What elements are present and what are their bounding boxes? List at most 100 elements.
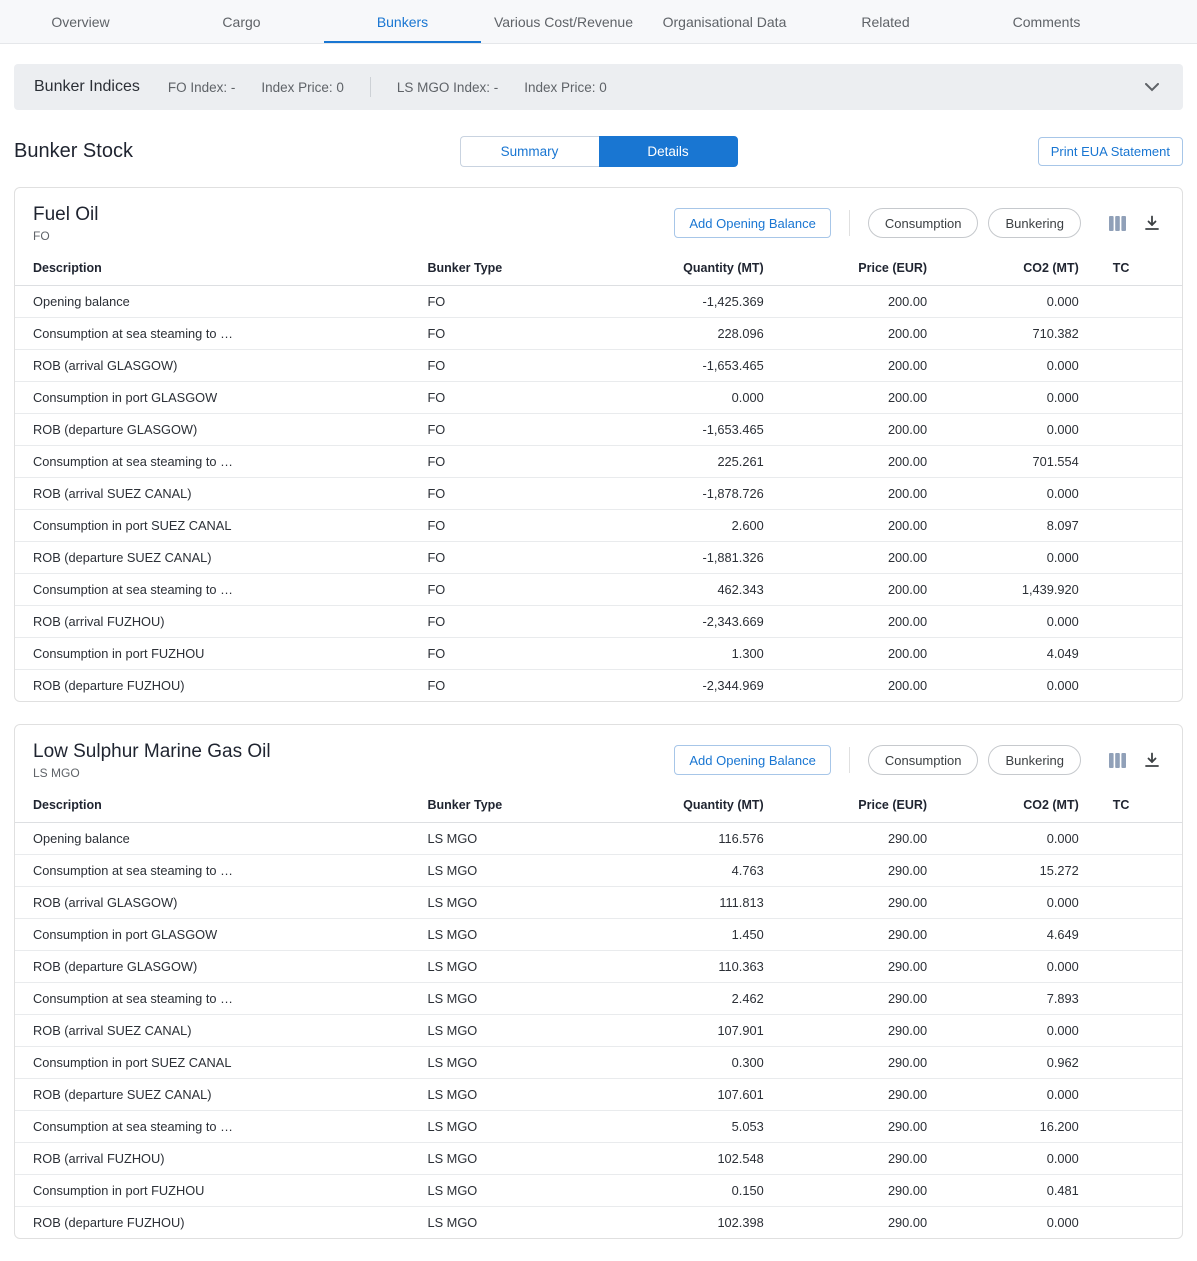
cell-bunker-type: LS MGO: [423, 1111, 668, 1143]
cell-bunker-type: LS MGO: [423, 951, 668, 983]
tab-organisational-data[interactable]: Organisational Data: [644, 0, 805, 43]
table-row[interactable]: ROB (arrival FUZHOU)LS MGO102.548290.000…: [15, 1143, 1182, 1175]
table-row[interactable]: ROB (arrival GLASGOW)LS MGO111.813290.00…: [15, 887, 1182, 919]
column-header-co2: CO2 (MT): [931, 788, 1083, 823]
cell-price: 290.00: [768, 887, 931, 919]
tab-related[interactable]: Related: [805, 0, 966, 43]
cell-price: 200.00: [768, 606, 931, 638]
cell-quantity: 111.813: [669, 887, 768, 919]
summary-tab[interactable]: Summary: [460, 136, 599, 167]
table-row[interactable]: ROB (departure GLASGOW)LS MGO110.363290.…: [15, 951, 1182, 983]
download-icon[interactable]: [1140, 211, 1164, 235]
cell-bunker-type: FO: [423, 670, 668, 702]
table-row[interactable]: ROB (departure GLASGOW)FO-1,653.465200.0…: [15, 414, 1182, 446]
download-icon[interactable]: [1140, 748, 1164, 772]
cell-co2: 7.893: [931, 983, 1083, 1015]
cell-quantity: 107.601: [669, 1079, 768, 1111]
cell-quantity: 102.398: [669, 1207, 768, 1239]
table-header-row: Description Bunker Type Quantity (MT) Pr…: [15, 251, 1182, 286]
table-row[interactable]: ROB (departure FUZHOU)LS MGO102.398290.0…: [15, 1207, 1182, 1239]
table-row[interactable]: ROB (departure FUZHOU)FO-2,344.969200.00…: [15, 670, 1182, 702]
table-row[interactable]: Opening balanceFO-1,425.369200.000.000: [15, 286, 1182, 318]
cell-quantity: -1,653.465: [669, 414, 768, 446]
cell-description: Consumption in port GLASGOW: [15, 382, 423, 414]
add-opening-balance-button[interactable]: Add Opening Balance: [674, 745, 830, 775]
cell-co2: 0.000: [931, 350, 1083, 382]
cell-tc: [1083, 1175, 1182, 1207]
cell-bunker-type: LS MGO: [423, 1207, 668, 1239]
columns-icon[interactable]: [1105, 212, 1130, 235]
cell-bunker-type: LS MGO: [423, 1175, 668, 1207]
cell-quantity: 228.096: [669, 318, 768, 350]
page-header: Bunker Stock Summary Details Print EUA S…: [14, 136, 1183, 167]
cell-co2: 701.554: [931, 446, 1083, 478]
table-row[interactable]: Consumption in port GLASGOWFO0.000200.00…: [15, 382, 1182, 414]
table-row[interactable]: Consumption at sea steaming to …FO462.34…: [15, 574, 1182, 606]
table-row[interactable]: Consumption at sea steaming to …LS MGO4.…: [15, 855, 1182, 887]
tab-overview[interactable]: Overview: [0, 0, 161, 43]
table-row[interactable]: ROB (departure SUEZ CANAL)LS MGO107.6012…: [15, 1079, 1182, 1111]
cell-bunker-type: LS MGO: [423, 919, 668, 951]
table-row[interactable]: ROB (arrival SUEZ CANAL)LS MGO107.901290…: [15, 1015, 1182, 1047]
cell-co2: 0.000: [931, 542, 1083, 574]
tab-cargo[interactable]: Cargo: [161, 0, 322, 43]
print-eua-statement-button[interactable]: Print EUA Statement: [1038, 137, 1183, 166]
bunkering-button[interactable]: Bunkering: [988, 208, 1081, 238]
cell-co2: 0.000: [931, 1207, 1083, 1239]
cell-tc: [1083, 510, 1182, 542]
cell-description: Opening balance: [15, 286, 423, 318]
table-row[interactable]: ROB (departure SUEZ CANAL)FO-1,881.32620…: [15, 542, 1182, 574]
cell-quantity: 102.548: [669, 1143, 768, 1175]
cell-quantity: -1,881.326: [669, 542, 768, 574]
table-row[interactable]: Consumption in port FUZHOULS MGO0.150290…: [15, 1175, 1182, 1207]
cell-description: Consumption in port SUEZ CANAL: [15, 510, 423, 542]
ls-mgo-index-price: Index Price: 0: [524, 80, 607, 95]
table-row[interactable]: Consumption at sea steaming to …FO228.09…: [15, 318, 1182, 350]
table-row[interactable]: Consumption at sea steaming to …LS MGO5.…: [15, 1111, 1182, 1143]
cell-description: Consumption at sea steaming to …: [15, 318, 423, 350]
fuel-oil-table: Description Bunker Type Quantity (MT) Pr…: [15, 251, 1182, 701]
cell-description: ROB (arrival FUZHOU): [15, 606, 423, 638]
table-row[interactable]: ROB (arrival SUEZ CANAL)FO-1,878.726200.…: [15, 478, 1182, 510]
table-row[interactable]: Consumption in port SUEZ CANALFO2.600200…: [15, 510, 1182, 542]
table-row[interactable]: Consumption in port SUEZ CANALLS MGO0.30…: [15, 1047, 1182, 1079]
add-opening-balance-button[interactable]: Add Opening Balance: [674, 208, 830, 238]
tab-various-cost-revenue[interactable]: Various Cost/Revenue: [483, 0, 644, 43]
table-row[interactable]: Consumption at sea steaming to …LS MGO2.…: [15, 983, 1182, 1015]
cell-quantity: -2,344.969: [669, 670, 768, 702]
tab-comments[interactable]: Comments: [966, 0, 1127, 43]
cell-bunker-type: FO: [423, 414, 668, 446]
chevron-down-icon[interactable]: [1141, 79, 1163, 96]
cell-bunker-type: FO: [423, 318, 668, 350]
cell-co2: 1,439.920: [931, 574, 1083, 606]
cell-bunker-type: LS MGO: [423, 855, 668, 887]
cell-bunker-type: LS MGO: [423, 1015, 668, 1047]
table-row[interactable]: Consumption at sea steaming to …FO225.26…: [15, 446, 1182, 478]
cell-co2: 0.000: [931, 414, 1083, 446]
table-row[interactable]: ROB (arrival GLASGOW)FO-1,653.465200.000…: [15, 350, 1182, 382]
cell-co2: 0.962: [931, 1047, 1083, 1079]
bunker-indices-panel[interactable]: Bunker Indices FO Index: - Index Price: …: [14, 64, 1183, 110]
cell-tc: [1083, 382, 1182, 414]
cell-bunker-type: FO: [423, 286, 668, 318]
cell-tc: [1083, 1143, 1182, 1175]
cell-description: ROB (arrival SUEZ CANAL): [15, 1015, 423, 1047]
column-header-quantity: Quantity (MT): [669, 788, 768, 823]
cell-price: 200.00: [768, 318, 931, 350]
columns-icon[interactable]: [1105, 749, 1130, 772]
tab-bunkers[interactable]: Bunkers: [322, 0, 483, 43]
bunkering-button[interactable]: Bunkering: [988, 745, 1081, 775]
consumption-button[interactable]: Consumption: [868, 208, 979, 238]
cell-price: 200.00: [768, 670, 931, 702]
cell-tc: [1083, 318, 1182, 350]
table-row[interactable]: ROB (arrival FUZHOU)FO-2,343.669200.000.…: [15, 606, 1182, 638]
top-tab-bar: Overview Cargo Bunkers Various Cost/Reve…: [0, 0, 1197, 44]
cell-price: 200.00: [768, 286, 931, 318]
consumption-button[interactable]: Consumption: [868, 745, 979, 775]
table-row[interactable]: Opening balanceLS MGO116.576290.000.000: [15, 823, 1182, 855]
details-tab[interactable]: Details: [599, 136, 738, 167]
cell-tc: [1083, 574, 1182, 606]
table-row[interactable]: Consumption in port GLASGOWLS MGO1.45029…: [15, 919, 1182, 951]
table-row[interactable]: Consumption in port FUZHOUFO1.300200.004…: [15, 638, 1182, 670]
cell-tc: [1083, 414, 1182, 446]
